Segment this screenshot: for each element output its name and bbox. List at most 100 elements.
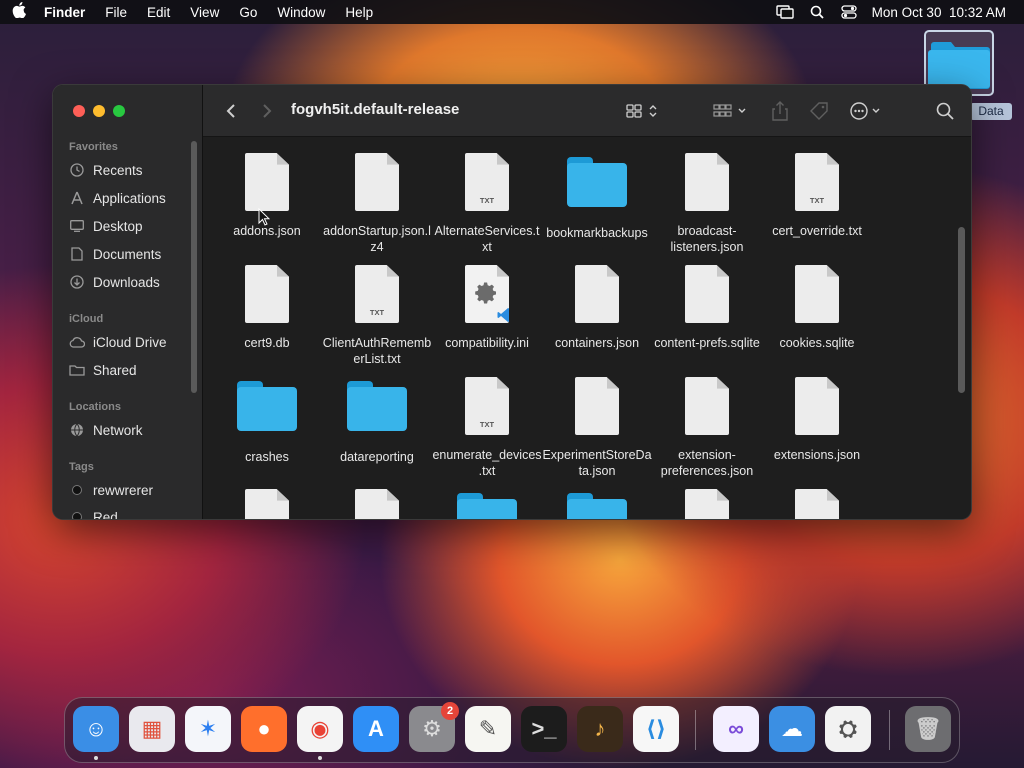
tag-dot-icon: [69, 482, 85, 498]
menu-go[interactable]: Go: [229, 5, 267, 20]
apple-menu-icon[interactable]: [0, 2, 38, 22]
dock-app-garageband[interactable]: ♪: [577, 706, 623, 752]
menu-window[interactable]: Window: [267, 5, 335, 20]
file-name: bookmarkbackups: [546, 226, 648, 240]
folder-item[interactable]: datareporting: [322, 377, 432, 465]
screen-mirroring-icon[interactable]: [775, 5, 794, 19]
dock-app-trash[interactable]: 🗑: [905, 706, 951, 752]
folder-item[interactable]: [542, 489, 652, 519]
sidebar-section-locations: Locations: [69, 401, 121, 413]
weather-icon: ☁: [781, 716, 803, 741]
file-name: datareporting: [340, 450, 414, 464]
content-scrollbar[interactable]: [958, 227, 965, 393]
file-name: cert_override.txt: [772, 224, 862, 238]
tag-icon: [810, 102, 828, 120]
group-by-button[interactable]: [711, 99, 751, 123]
sidebar-item-label: iCloud Drive: [93, 334, 167, 350]
clock-icon: [69, 162, 85, 178]
file-item[interactable]: addons.json: [212, 153, 322, 239]
folder-item[interactable]: [432, 489, 542, 519]
sidebar-item-documents[interactable]: Documents: [69, 243, 199, 265]
desktop-icon: [69, 218, 85, 234]
sidebar-item-icloud-drive[interactable]: iCloud Drive: [69, 331, 199, 353]
sidebar: Favorites Recents Applications Desktop D…: [53, 85, 203, 519]
dock-app-textedit[interactable]: ✎: [465, 706, 511, 752]
file-item[interactable]: [212, 489, 322, 519]
file-item[interactable]: [762, 489, 872, 519]
document-icon: [795, 489, 839, 519]
search-button[interactable]: [933, 99, 957, 123]
file-item[interactable]: TXT enumerate_devices.txt: [432, 377, 542, 479]
file-item[interactable]: cookies.sqlite: [762, 265, 872, 351]
tags-button[interactable]: [807, 99, 831, 123]
folder-icon: [347, 381, 407, 431]
spotlight-search-icon[interactable]: [808, 5, 826, 19]
sidebar-tag-rewwrerer[interactable]: rewwrerer: [69, 479, 199, 501]
menu-file[interactable]: File: [95, 5, 137, 20]
dock-app-chrome[interactable]: ◉: [297, 706, 343, 752]
dock-app-finder[interactable]: ☺: [73, 706, 119, 752]
minimize-button[interactable]: [93, 105, 105, 117]
dock-app-visual-studio[interactable]: ∞: [713, 706, 759, 752]
file-item[interactable]: TXT AlternateServices.txt: [432, 153, 542, 255]
app-menu-finder[interactable]: Finder: [38, 5, 95, 20]
desktop-folder-label: Data: [970, 103, 1012, 120]
dock-separator: [695, 710, 696, 750]
control-center-icon[interactable]: [840, 5, 858, 19]
file-item[interactable]: TXT cert_override.txt: [762, 153, 872, 239]
sidebar-item-label: Downloads: [93, 274, 160, 290]
file-item[interactable]: extensions.json: [762, 377, 872, 463]
file-item[interactable]: cert9.db: [212, 265, 322, 351]
file-item[interactable]: containers.json: [542, 265, 652, 351]
dock-app-launchpad[interactable]: ▦: [129, 706, 175, 752]
folder-item[interactable]: crashes: [212, 377, 322, 465]
dock-app-system-information[interactable]: ⛭: [825, 706, 871, 752]
sidebar-item-recents[interactable]: Recents: [69, 159, 199, 181]
menu-view[interactable]: View: [180, 5, 229, 20]
menubar-clock[interactable]: Mon Oct 30 10:32 AM: [872, 5, 1006, 20]
menu-help[interactable]: Help: [335, 5, 383, 20]
file-item[interactable]: compatibility.ini: [432, 265, 542, 351]
document-icon: TXT: [465, 377, 509, 435]
file-item[interactable]: ExperimentStoreData.json: [542, 377, 652, 479]
menu-edit[interactable]: Edit: [137, 5, 180, 20]
file-extension-label: TXT: [479, 420, 495, 429]
share-button[interactable]: [769, 99, 791, 123]
dock-app-terminal[interactable]: >_: [521, 706, 567, 752]
file-item[interactable]: [652, 489, 762, 519]
dock-app-safari[interactable]: ✶: [185, 706, 231, 752]
file-item[interactable]: addonStartup.json.lz4: [322, 153, 432, 255]
more-actions-button[interactable]: [847, 99, 887, 123]
back-button[interactable]: [219, 99, 243, 123]
zoom-button[interactable]: [113, 105, 125, 117]
sidebar-item-desktop[interactable]: Desktop: [69, 215, 199, 237]
dock-app-firefox[interactable]: ●: [241, 706, 287, 752]
sidebar-item-network[interactable]: Network: [69, 419, 199, 441]
sidebar-tag-red[interactable]: Red: [69, 506, 199, 519]
tag-dot-icon: [69, 509, 85, 519]
view-mode-button[interactable]: [623, 99, 663, 123]
folder-item[interactable]: bookmarkbackups: [542, 153, 652, 241]
close-button[interactable]: [73, 105, 85, 117]
file-item[interactable]: extension-preferences.json: [652, 377, 762, 479]
file-item[interactable]: content-prefs.sqlite: [652, 265, 762, 351]
sidebar-item-shared[interactable]: Shared: [69, 359, 199, 381]
visual-studio-code-icon: ⟨⟩: [645, 716, 667, 741]
app-store-icon: A: [368, 716, 384, 741]
window-title: fogvh5it.default-release: [291, 101, 460, 118]
file-item[interactable]: [322, 489, 432, 519]
sidebar-section-favorites: Favorites: [69, 141, 118, 153]
dock-app-weather[interactable]: ☁: [769, 706, 815, 752]
sidebar-scrollbar[interactable]: [191, 141, 197, 393]
file-item[interactable]: broadcast-listeners.json: [652, 153, 762, 255]
forward-button[interactable]: [255, 99, 279, 123]
toolbar: fogvh5it.default-release: [203, 85, 971, 137]
file-name: cert9.db: [244, 336, 290, 350]
file-item[interactable]: TXT ClientAuthRememberList.txt: [322, 265, 432, 367]
sidebar-item-downloads[interactable]: Downloads: [69, 271, 199, 293]
sidebar-item-applications[interactable]: Applications: [69, 187, 199, 209]
firefox-icon: ●: [257, 716, 271, 741]
dock-app-visual-studio-code[interactable]: ⟨⟩: [633, 706, 679, 752]
dock-app-app-store[interactable]: A: [353, 706, 399, 752]
document-icon: [245, 265, 289, 323]
